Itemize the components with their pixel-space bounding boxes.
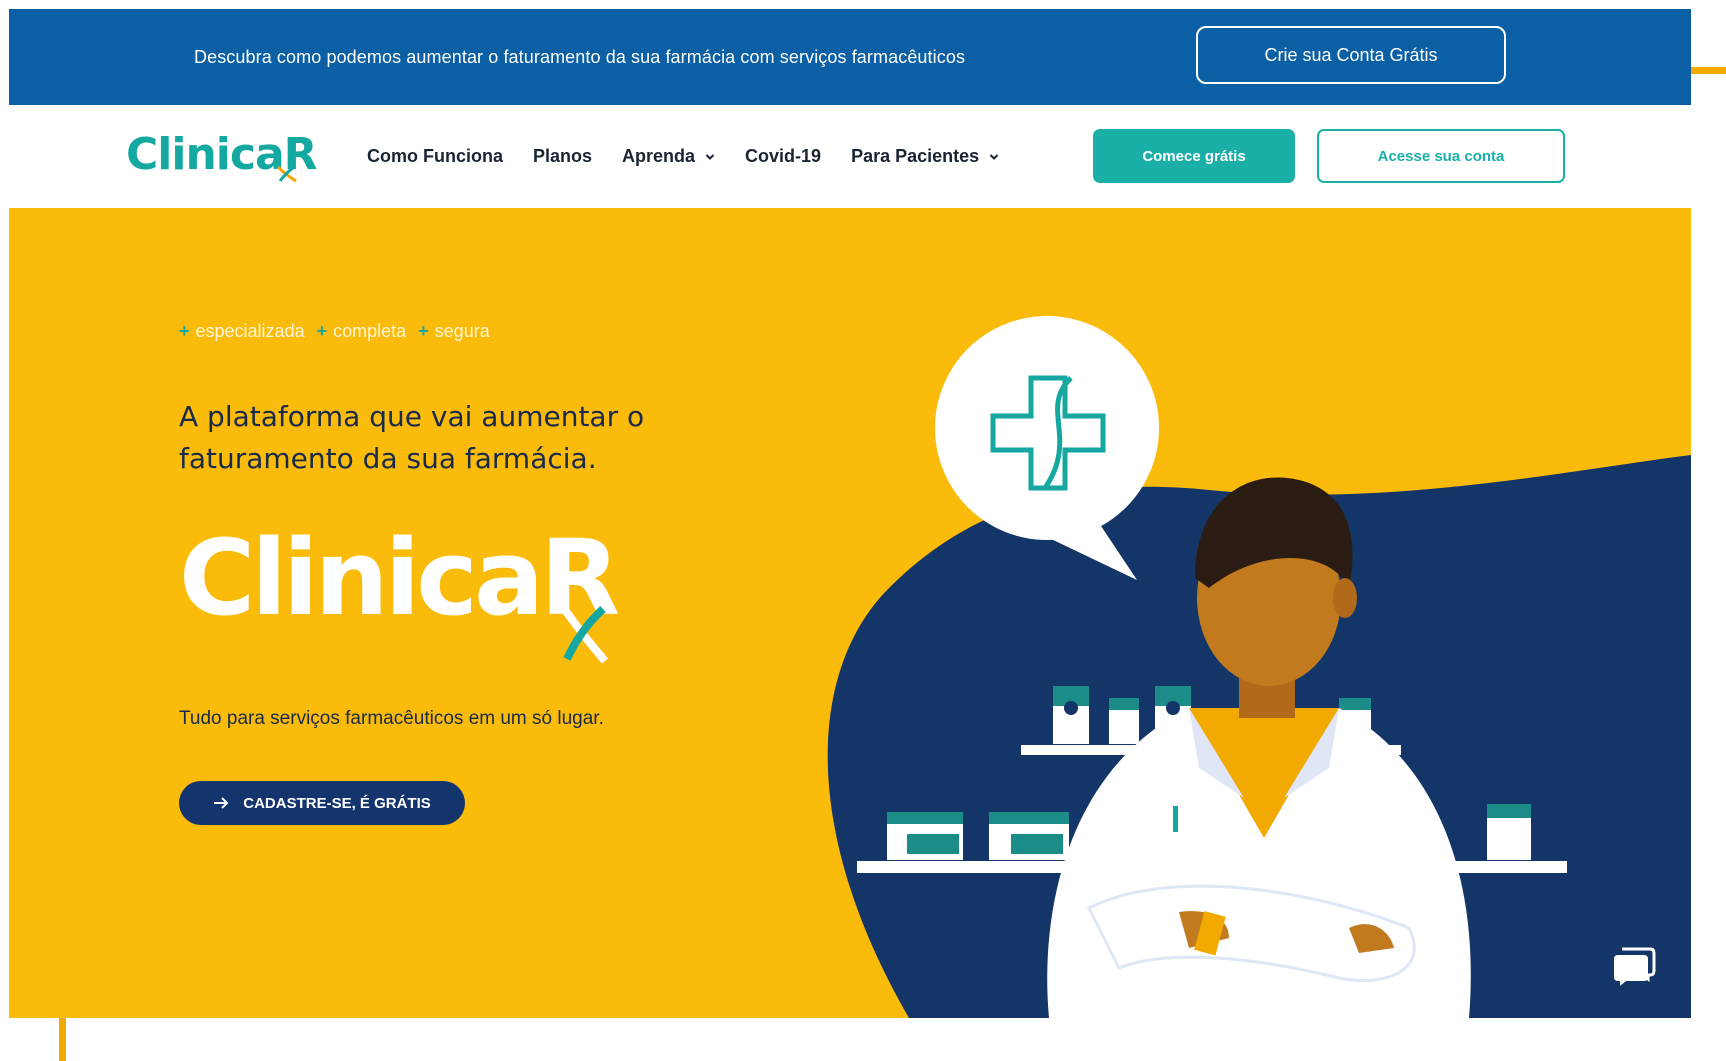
- hero-brand-logo: ClinicaR: [179, 513, 620, 664]
- nav-links: Como Funciona Planos Aprenda Covid-19 Pa…: [367, 105, 999, 208]
- signup-cta-button[interactable]: CADASTRE-SE, É GRÁTIS: [179, 781, 465, 825]
- hero-section: + especializada + completa + segura A plata…: [9, 208, 1691, 1018]
- hero-headline: A plataforma que vai aumentar o faturame…: [179, 400, 645, 475]
- nav-item-para-pacientes[interactable]: Para Pacientes: [851, 146, 999, 167]
- nav-item-label: Planos: [533, 146, 593, 166]
- nav-item-label: Aprenda: [622, 146, 696, 166]
- hero-subline: Tudo para serviços farmacêuticos em um s…: [179, 708, 604, 729]
- hero-tag-label: segura: [434, 321, 490, 341]
- nav-item-aprenda[interactable]: Aprenda: [622, 146, 715, 167]
- hero-tag: + completa: [317, 321, 407, 342]
- nav-item-label: Para Pacientes: [851, 146, 980, 166]
- clinicar-logo[interactable]: ClinicaR: [126, 125, 318, 185]
- create-free-account-button[interactable]: Crie sua Conta Grátis: [1196, 26, 1506, 84]
- decorative-line-top: [1690, 67, 1726, 74]
- brand-rx-mark-icon: [559, 604, 609, 664]
- hero-tag-label: especializada: [195, 321, 305, 341]
- logo-rx-mark-icon: [276, 165, 297, 183]
- decorative-line-bottom: [59, 1016, 66, 1061]
- cta-label: CADASTRE-SE, É GRÁTIS: [243, 794, 431, 812]
- nav-item-covid-19[interactable]: Covid-19: [745, 146, 821, 167]
- login-button[interactable]: Acesse sua conta: [1317, 129, 1565, 183]
- hero-tag: + segura: [418, 321, 490, 342]
- hero-tag: + especializada: [179, 321, 305, 342]
- plus-icon: +: [179, 321, 190, 341]
- nav-item-como-funciona[interactable]: Como Funciona: [367, 146, 503, 167]
- chevron-down-icon: [705, 153, 715, 160]
- nav-item-label: Covid-19: [745, 146, 822, 166]
- hero-brand-text: ClinicaR: [179, 517, 620, 639]
- nav-item-planos[interactable]: Planos: [533, 146, 592, 167]
- chat-bubble-icon[interactable]: [1612, 945, 1656, 987]
- hero-tag-label: completa: [333, 321, 407, 341]
- promo-banner-text: Descubra como podemos aumentar o faturam…: [194, 47, 966, 67]
- promo-banner: Descubra como podemos aumentar o faturam…: [9, 9, 1691, 105]
- hero-tags: + especializada + completa + segura: [179, 321, 490, 342]
- plus-icon: +: [316, 321, 328, 341]
- main-navbar: ClinicaR Como Funciona Planos Aprenda Co…: [9, 105, 1691, 208]
- start-free-button[interactable]: Comece grátis: [1093, 129, 1295, 183]
- plus-icon: +: [418, 321, 429, 341]
- chevron-down-icon: [989, 153, 999, 160]
- arrow-right-icon: [214, 797, 229, 809]
- nav-item-label: Como Funciona: [367, 146, 503, 166]
